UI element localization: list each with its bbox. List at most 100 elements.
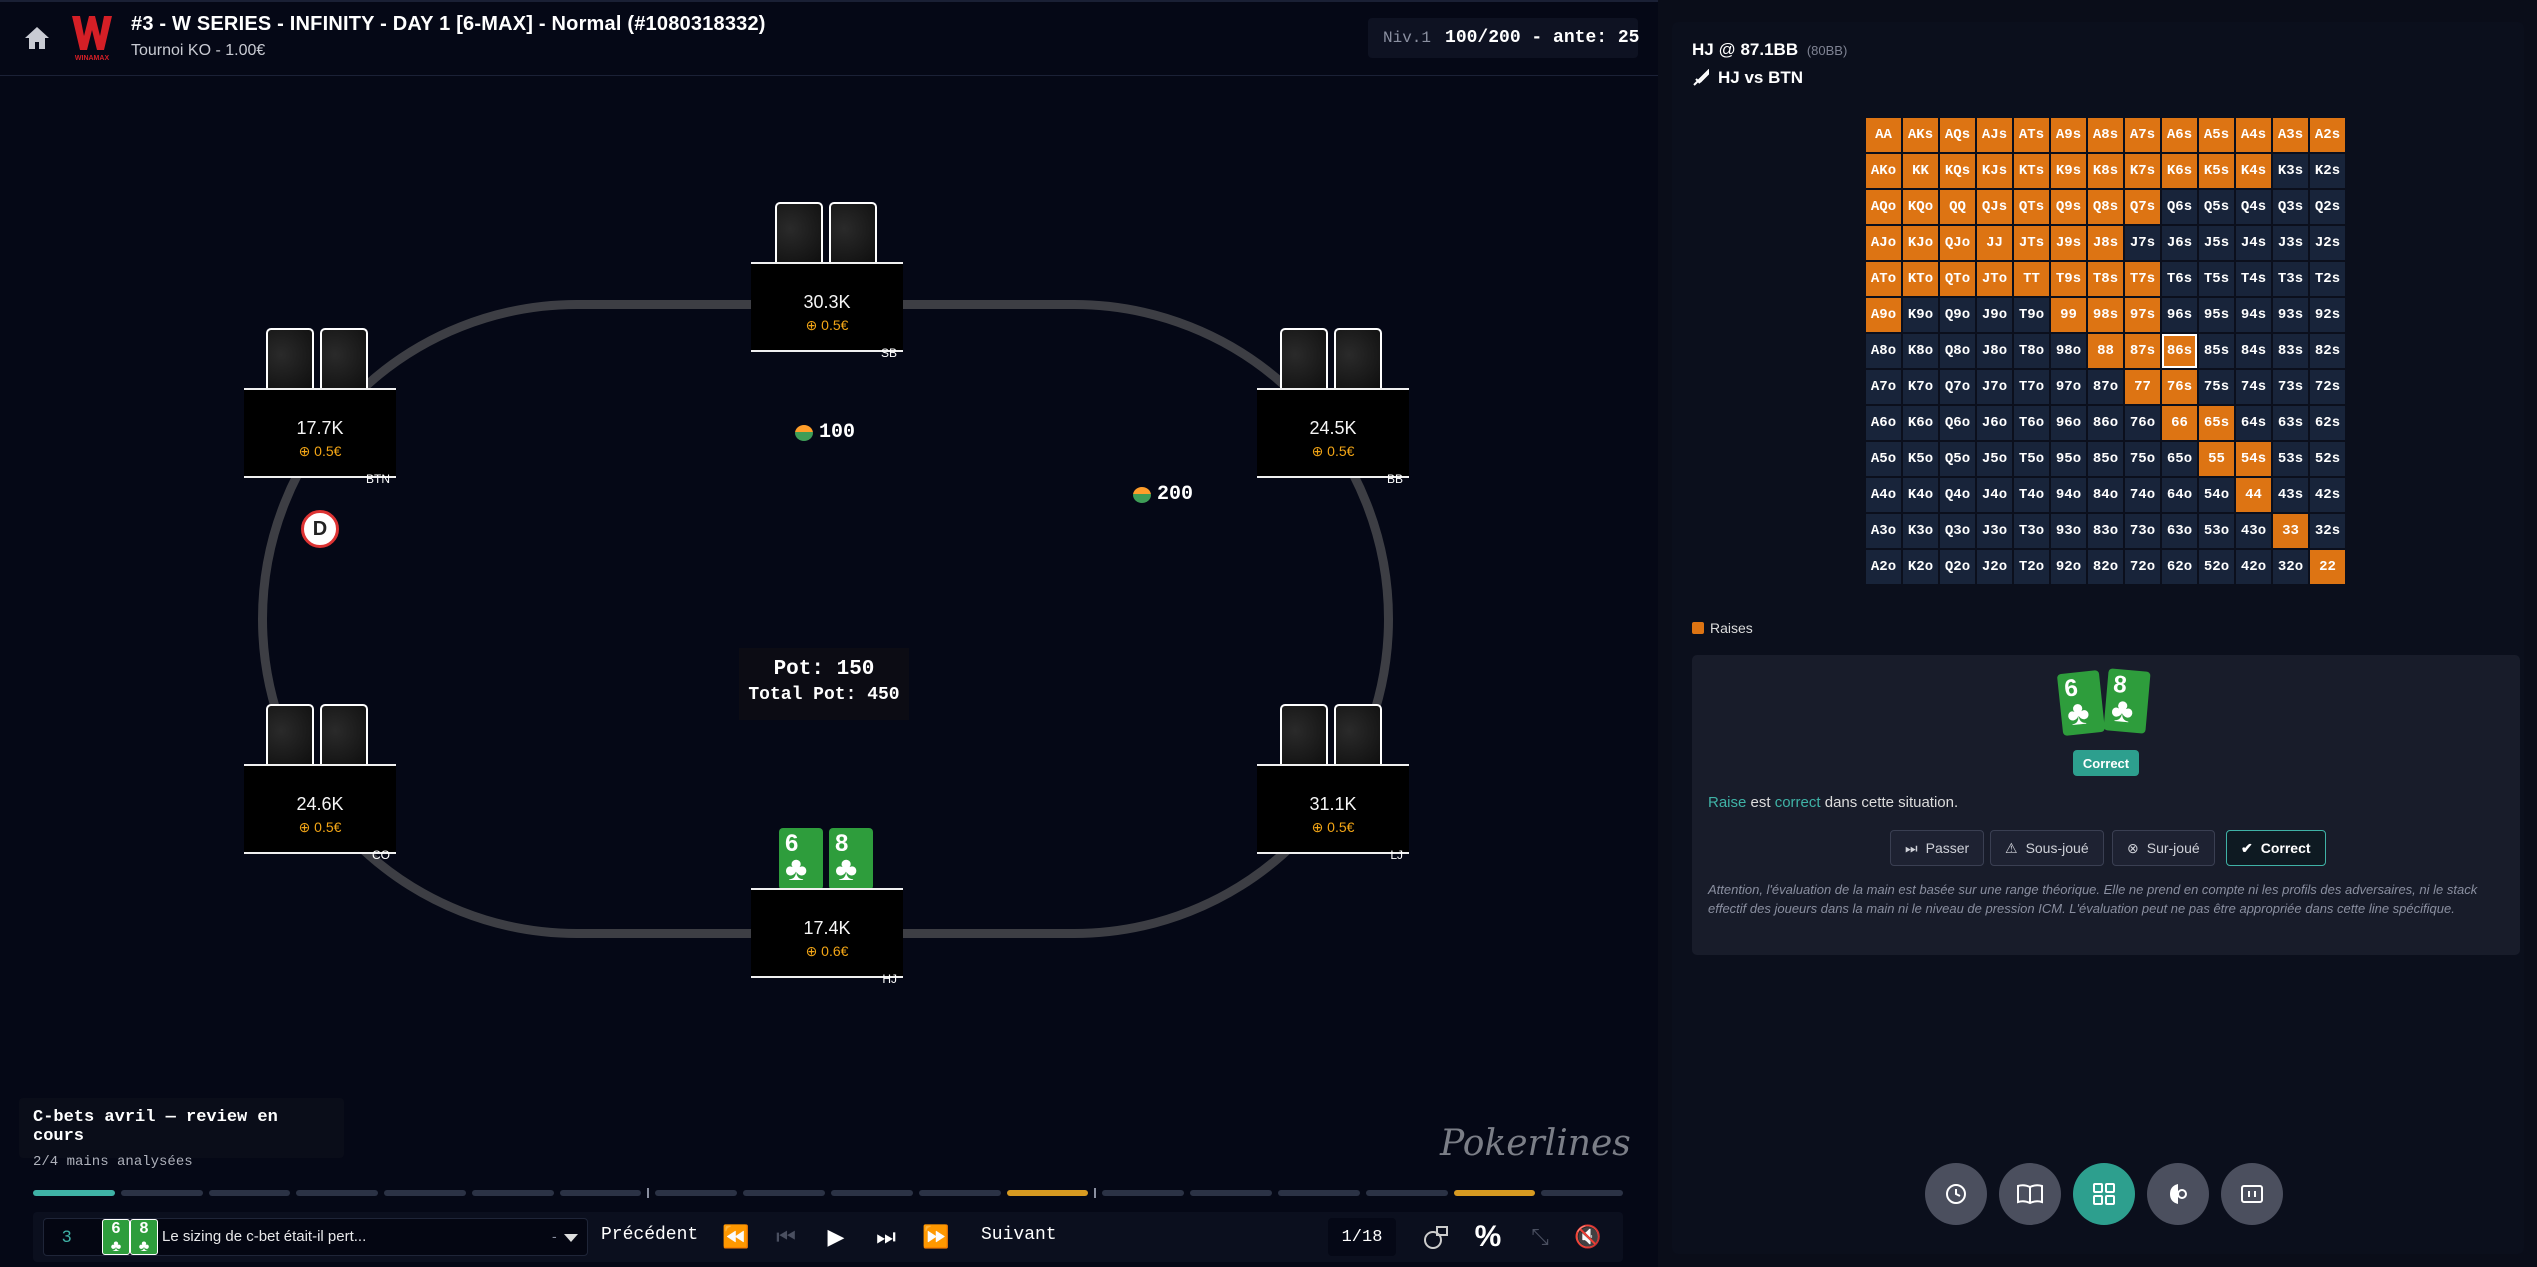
range-cell[interactable]: Q4s: [2236, 190, 2271, 224]
range-cell[interactable]: J4o: [1977, 478, 2012, 512]
range-cell[interactable]: A5s: [2199, 118, 2234, 152]
range-cell[interactable]: QQ: [1940, 190, 1975, 224]
range-cell[interactable]: 65s: [2199, 406, 2234, 440]
range-cell[interactable]: 82o: [2088, 550, 2123, 584]
range-cell[interactable]: 74s: [2236, 370, 2271, 404]
progress-segment[interactable]: [918, 1190, 1001, 1196]
hand-progress[interactable]: [33, 1188, 1624, 1198]
range-cell[interactable]: 84o: [2088, 478, 2123, 512]
range-cell[interactable]: 92o: [2051, 550, 2086, 584]
range-cell[interactable]: T9o: [2014, 298, 2049, 332]
range-cell[interactable]: AQs: [1940, 118, 1975, 152]
range-cell[interactable]: K5s: [2199, 154, 2234, 188]
range-cell[interactable]: K3s: [2273, 154, 2308, 188]
range-cell[interactable]: 93s: [2273, 298, 2308, 332]
range-cell[interactable]: JTs: [2014, 226, 2049, 260]
rewind-icon[interactable]: ⏪: [721, 1222, 751, 1252]
range-cell[interactable]: 82s: [2310, 334, 2345, 368]
range-cell[interactable]: 53o: [2199, 514, 2234, 548]
range-cell[interactable]: 63s: [2273, 406, 2308, 440]
range-cell[interactable]: ATo: [1866, 262, 1901, 296]
gto-icon[interactable]: [2147, 1163, 2209, 1225]
range-cell[interactable]: J7s: [2125, 226, 2160, 260]
range-cell[interactable]: A7o: [1866, 370, 1901, 404]
range-cell[interactable]: J3o: [1977, 514, 2012, 548]
range-cell[interactable]: A5o: [1866, 442, 1901, 476]
range-cell[interactable]: 96s: [2162, 298, 2197, 332]
range-cell[interactable]: A2s: [2310, 118, 2345, 152]
range-cell[interactable]: J4s: [2236, 226, 2271, 260]
range-cell[interactable]: A8s: [2088, 118, 2123, 152]
range-cell[interactable]: Q3s: [2273, 190, 2308, 224]
range-cell[interactable]: JJ: [1977, 226, 2012, 260]
range-cell[interactable]: 43o: [2236, 514, 2271, 548]
home-icon[interactable]: [22, 24, 52, 52]
range-cell[interactable]: 76s: [2162, 370, 2197, 404]
range-cell[interactable]: 98s: [2088, 298, 2123, 332]
range-cell[interactable]: 98o: [2051, 334, 2086, 368]
range-cell[interactable]: 83s: [2273, 334, 2308, 368]
range-cell[interactable]: AKo: [1866, 154, 1901, 188]
range-cell[interactable]: Q8s: [2088, 190, 2123, 224]
range-cell[interactable]: 75s: [2199, 370, 2234, 404]
range-cell[interactable]: 87o: [2088, 370, 2123, 404]
progress-segment[interactable]: [471, 1190, 554, 1196]
range-cell[interactable]: 73s: [2273, 370, 2308, 404]
progress-segment[interactable]: [1541, 1190, 1624, 1196]
range-cell[interactable]: 54o: [2199, 478, 2234, 512]
progress-segment[interactable]: [1006, 1190, 1089, 1196]
chips-icon[interactable]: [1421, 1222, 1451, 1252]
range-cell[interactable]: 55: [2199, 442, 2234, 476]
range-cell[interactable]: QJs: [1977, 190, 2012, 224]
progress-segment[interactable]: [655, 1190, 738, 1196]
range-cell[interactable]: 74o: [2125, 478, 2160, 512]
range-cell[interactable]: T9s: [2051, 262, 2086, 296]
range-cell[interactable]: K8s: [2088, 154, 2123, 188]
range-cell[interactable]: 32o: [2273, 550, 2308, 584]
range-cell[interactable]: 85s: [2199, 334, 2234, 368]
range-cell[interactable]: 66: [2162, 406, 2197, 440]
range-cell[interactable]: T6s: [2162, 262, 2197, 296]
range-cell[interactable]: 76o: [2125, 406, 2160, 440]
mute-icon[interactable]: 🔇: [1573, 1222, 1603, 1252]
range-cell[interactable]: 54s: [2236, 442, 2271, 476]
range-cell[interactable]: K2s: [2310, 154, 2345, 188]
range-cell[interactable]: 85o: [2088, 442, 2123, 476]
overplayed-button[interactable]: ⊗ Sur-joué: [2112, 830, 2215, 866]
book-icon[interactable]: [1999, 1163, 2061, 1225]
range-cell[interactable]: T2s: [2310, 262, 2345, 296]
range-cell[interactable]: T3s: [2273, 262, 2308, 296]
range-cell[interactable]: K8o: [1903, 334, 1938, 368]
range-cell[interactable]: T7s: [2125, 262, 2160, 296]
range-cell[interactable]: 64s: [2236, 406, 2271, 440]
range-cell[interactable]: T8s: [2088, 262, 2123, 296]
range-cell[interactable]: 97s: [2125, 298, 2160, 332]
range-cell[interactable]: QJo: [1940, 226, 1975, 260]
fast-forward-icon[interactable]: ⏩: [921, 1222, 951, 1252]
range-cell[interactable]: J6s: [2162, 226, 2197, 260]
range-cell[interactable]: 95s: [2199, 298, 2234, 332]
range-cell[interactable]: Q5o: [1940, 442, 1975, 476]
range-cell[interactable]: 96o: [2051, 406, 2086, 440]
range-cell[interactable]: Q2s: [2310, 190, 2345, 224]
range-cell[interactable]: AJs: [1977, 118, 2012, 152]
range-cell[interactable]: J9o: [1977, 298, 2012, 332]
range-cell[interactable]: K6s: [2162, 154, 2197, 188]
range-cell[interactable]: J8o: [1977, 334, 2012, 368]
progress-segment[interactable]: [1102, 1190, 1185, 1196]
range-cell[interactable]: 94s: [2236, 298, 2271, 332]
range-cell[interactable]: Q5s: [2199, 190, 2234, 224]
range-cell[interactable]: K3o: [1903, 514, 1938, 548]
progress-segment[interactable]: [384, 1190, 466, 1196]
range-cell[interactable]: T8o: [2014, 334, 2049, 368]
range-cell[interactable]: Q9s: [2051, 190, 2086, 224]
range-cell[interactable]: K2o: [1903, 550, 1938, 584]
correct-button[interactable]: ✔ Correct: [2226, 830, 2326, 866]
aspect-ratio-icon[interactable]: [2221, 1163, 2283, 1225]
range-cell[interactable]: 62s: [2310, 406, 2345, 440]
range-cell[interactable]: A9s: [2051, 118, 2086, 152]
previous-button[interactable]: Précédent: [601, 1225, 698, 1245]
range-cell[interactable]: K9s: [2051, 154, 2086, 188]
range-cell[interactable]: J6o: [1977, 406, 2012, 440]
range-cell[interactable]: K4s: [2236, 154, 2271, 188]
